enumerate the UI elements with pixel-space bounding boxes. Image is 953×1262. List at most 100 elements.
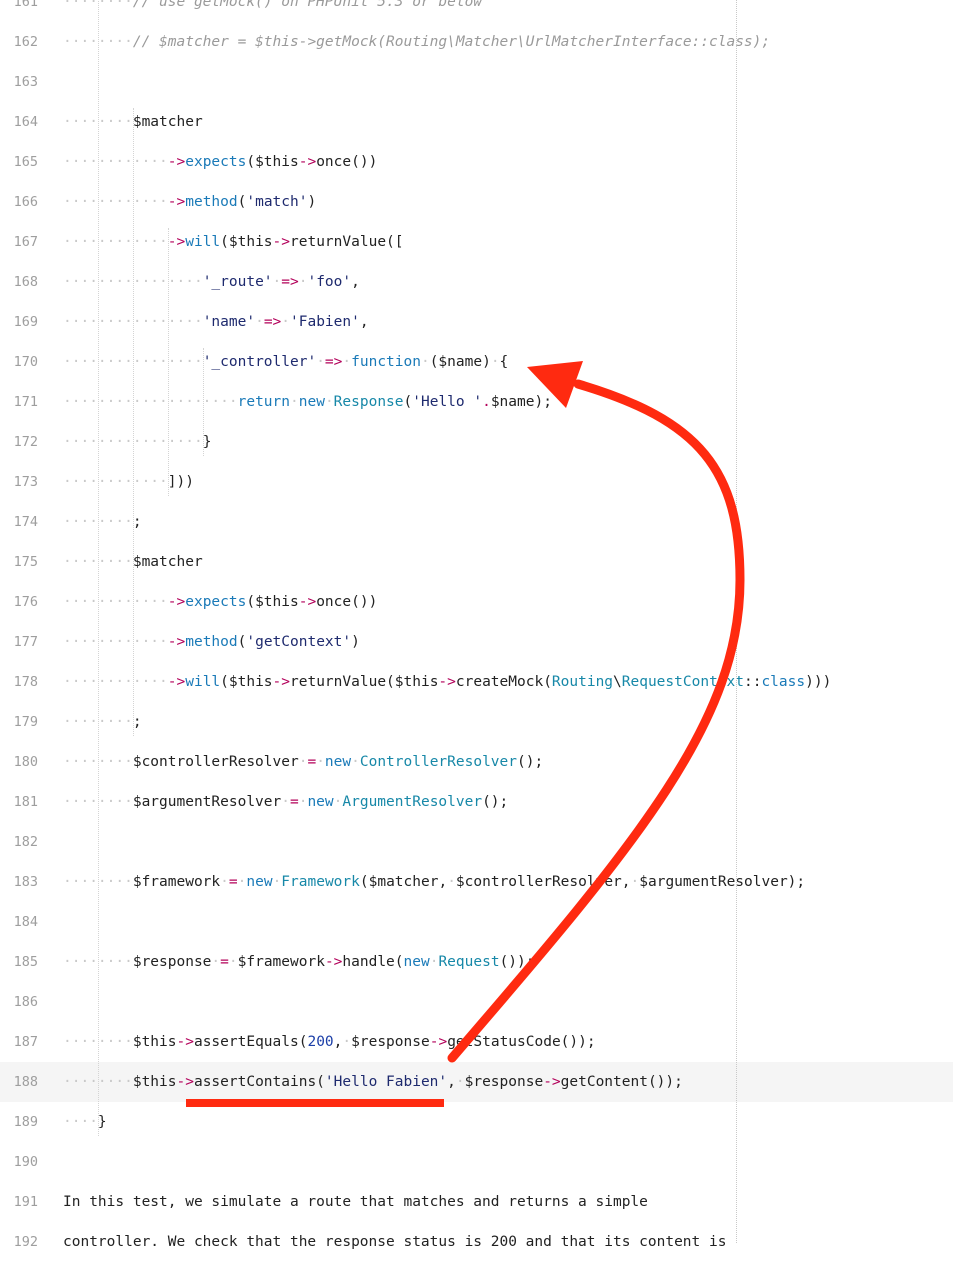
code-line[interactable]: 192 controller. We check that the respons…: [0, 1222, 953, 1262]
line-number: 165: [13, 154, 38, 170]
code-token: handle(: [342, 954, 404, 970]
line-code: ············->expects($this->once()): [63, 582, 377, 622]
code-line[interactable]: 183 ········$framework·=·new·Framework($m…: [0, 862, 953, 902]
code-token: $this: [132, 1034, 177, 1050]
code-token: new: [298, 394, 325, 410]
code-token: new: [246, 874, 273, 890]
code-line[interactable]: 185 ········$response·=·$framework->handl…: [0, 942, 953, 982]
code-line[interactable]: 189 ····}: [0, 1102, 953, 1142]
code-line[interactable]: 191 In this test, we simulate a route tha…: [0, 1182, 953, 1222]
line-code: controller. We check that the response s…: [63, 1222, 726, 1262]
code-token: ControllerResolver: [359, 754, 517, 770]
code-editor[interactable]: 161 ········// use getMock() on PHPUnit 5…: [0, 0, 953, 1262]
code-token: new: [403, 954, 430, 970]
indent-whitespace: ············: [63, 634, 168, 650]
code-token: Framework: [281, 874, 360, 890]
code-line[interactable]: 162 ········// $matcher = $this->getMock(…: [0, 22, 953, 62]
whitespace-dot: ·: [630, 874, 640, 890]
code-line[interactable]: 161 ········// use getMock() on PHPUnit 5…: [0, 0, 953, 22]
code-line[interactable]: 167 ············->will($this->returnValue…: [0, 222, 953, 262]
code-line[interactable]: 166 ············->method('match'): [0, 182, 953, 222]
print-margin-guide: [736, 0, 737, 1243]
line-number: 173: [13, 474, 38, 490]
code-token: ();: [482, 794, 509, 810]
code-line[interactable]: 184: [0, 902, 953, 942]
code-token: 'name': [202, 314, 256, 330]
code-token: 'foo': [307, 274, 352, 290]
code-token: Response: [333, 394, 404, 410]
code-token: {: [499, 354, 509, 370]
line-code: ················'_controller'·=>·functio…: [63, 342, 508, 382]
code-token: ($this: [220, 674, 273, 690]
code-token: ->: [167, 234, 186, 250]
code-token: $argumentResolver: [132, 794, 282, 810]
line-number: 169: [13, 314, 38, 330]
line-number: 177: [13, 634, 38, 650]
line-code: ····}: [63, 1102, 107, 1142]
whitespace-dot: ·: [255, 314, 264, 330]
code-token: ])): [167, 474, 194, 490]
whitespace-dot: ·: [342, 354, 352, 370]
code-token: 200: [307, 1034, 334, 1050]
code-token: =: [289, 794, 299, 810]
line-code: ········;: [63, 502, 142, 542]
code-token: ->: [167, 674, 186, 690]
code-line[interactable]: 172 ················}: [0, 422, 953, 462]
code-token: new: [324, 754, 352, 770]
code-token: .: [482, 394, 491, 410]
code-token: ($matcher,: [359, 874, 448, 890]
line-code: ········$argumentResolver·=·new·Argument…: [63, 782, 508, 822]
code-token: ->: [272, 234, 291, 250]
code-line[interactable]: 165 ············->expects($this->once()): [0, 142, 953, 182]
code-line[interactable]: 163: [0, 62, 953, 102]
code-line[interactable]: 176 ············->expects($this->once()): [0, 582, 953, 622]
code-line[interactable]: 178 ············->will($this->returnValue…: [0, 662, 953, 702]
code-token: }: [202, 434, 212, 450]
line-code: ············->method('getContext'): [63, 622, 360, 662]
line-code: ········;: [63, 702, 142, 742]
line-code: ········$response·=·$framework->handle(n…: [63, 942, 534, 982]
code-token: ->: [167, 194, 186, 210]
code-token: ->: [176, 1034, 194, 1050]
code-token: $controllerResolver: [132, 754, 299, 770]
code-token: $argumentResolver);: [639, 874, 806, 890]
whitespace-dot: ·: [351, 754, 360, 770]
code-token: $response: [132, 954, 212, 970]
code-line[interactable]: 188 ········$this->assertContains('Hello …: [0, 1062, 953, 1102]
indent-whitespace: ············: [63, 594, 168, 610]
code-line[interactable]: 190: [0, 1142, 953, 1182]
code-line[interactable]: 170 ················'_controller'·=>·func…: [0, 342, 953, 382]
code-line[interactable]: 187 ········$this->assertEquals(200,·$res…: [0, 1022, 953, 1062]
code-line[interactable]: 168 ················'_route'·=>·'foo',: [0, 262, 953, 302]
code-line[interactable]: 171 ····················return·new·Respon…: [0, 382, 953, 422]
code-line[interactable]: 173 ············])): [0, 462, 953, 502]
code-line[interactable]: 179 ········;: [0, 702, 953, 742]
code-line[interactable]: 164 ········$matcher: [0, 102, 953, 142]
code-token: $controllerResolver,: [455, 874, 631, 890]
line-number: 163: [13, 74, 38, 90]
code-line[interactable]: 175 ········$matcher: [0, 542, 953, 582]
line-number: 167: [13, 234, 38, 250]
code-line[interactable]: 174 ········;: [0, 502, 953, 542]
code-token: =>: [324, 354, 343, 370]
code-token: $matcher: [132, 114, 203, 130]
code-token: 'Hello ': [412, 394, 483, 410]
line-code: ················}: [63, 422, 211, 462]
whitespace-dot: ·: [316, 354, 325, 370]
code-line[interactable]: 182: [0, 822, 953, 862]
code-line[interactable]: 180 ········$controllerResolver·=·new·Con…: [0, 742, 953, 782]
code-token: ->: [272, 674, 291, 690]
code-line[interactable]: 177 ············->method('getContext'): [0, 622, 953, 662]
code-line[interactable]: 169 ················'name'·=>·'Fabien',: [0, 302, 953, 342]
indent-guide: [167, 228, 169, 496]
indent-guide: [97, 0, 99, 1136]
code-token: ->: [167, 634, 186, 650]
code-line[interactable]: 186: [0, 982, 953, 1022]
line-number: 171: [13, 394, 38, 410]
line-number: 191: [13, 1194, 38, 1210]
code-token: ();: [517, 754, 544, 770]
line-number: 172: [13, 434, 38, 450]
line-number: 170: [13, 354, 38, 370]
line-code: ················'name'·=>·'Fabien',: [63, 302, 369, 342]
code-line[interactable]: 181 ········$argumentResolver·=·new·Argum…: [0, 782, 953, 822]
